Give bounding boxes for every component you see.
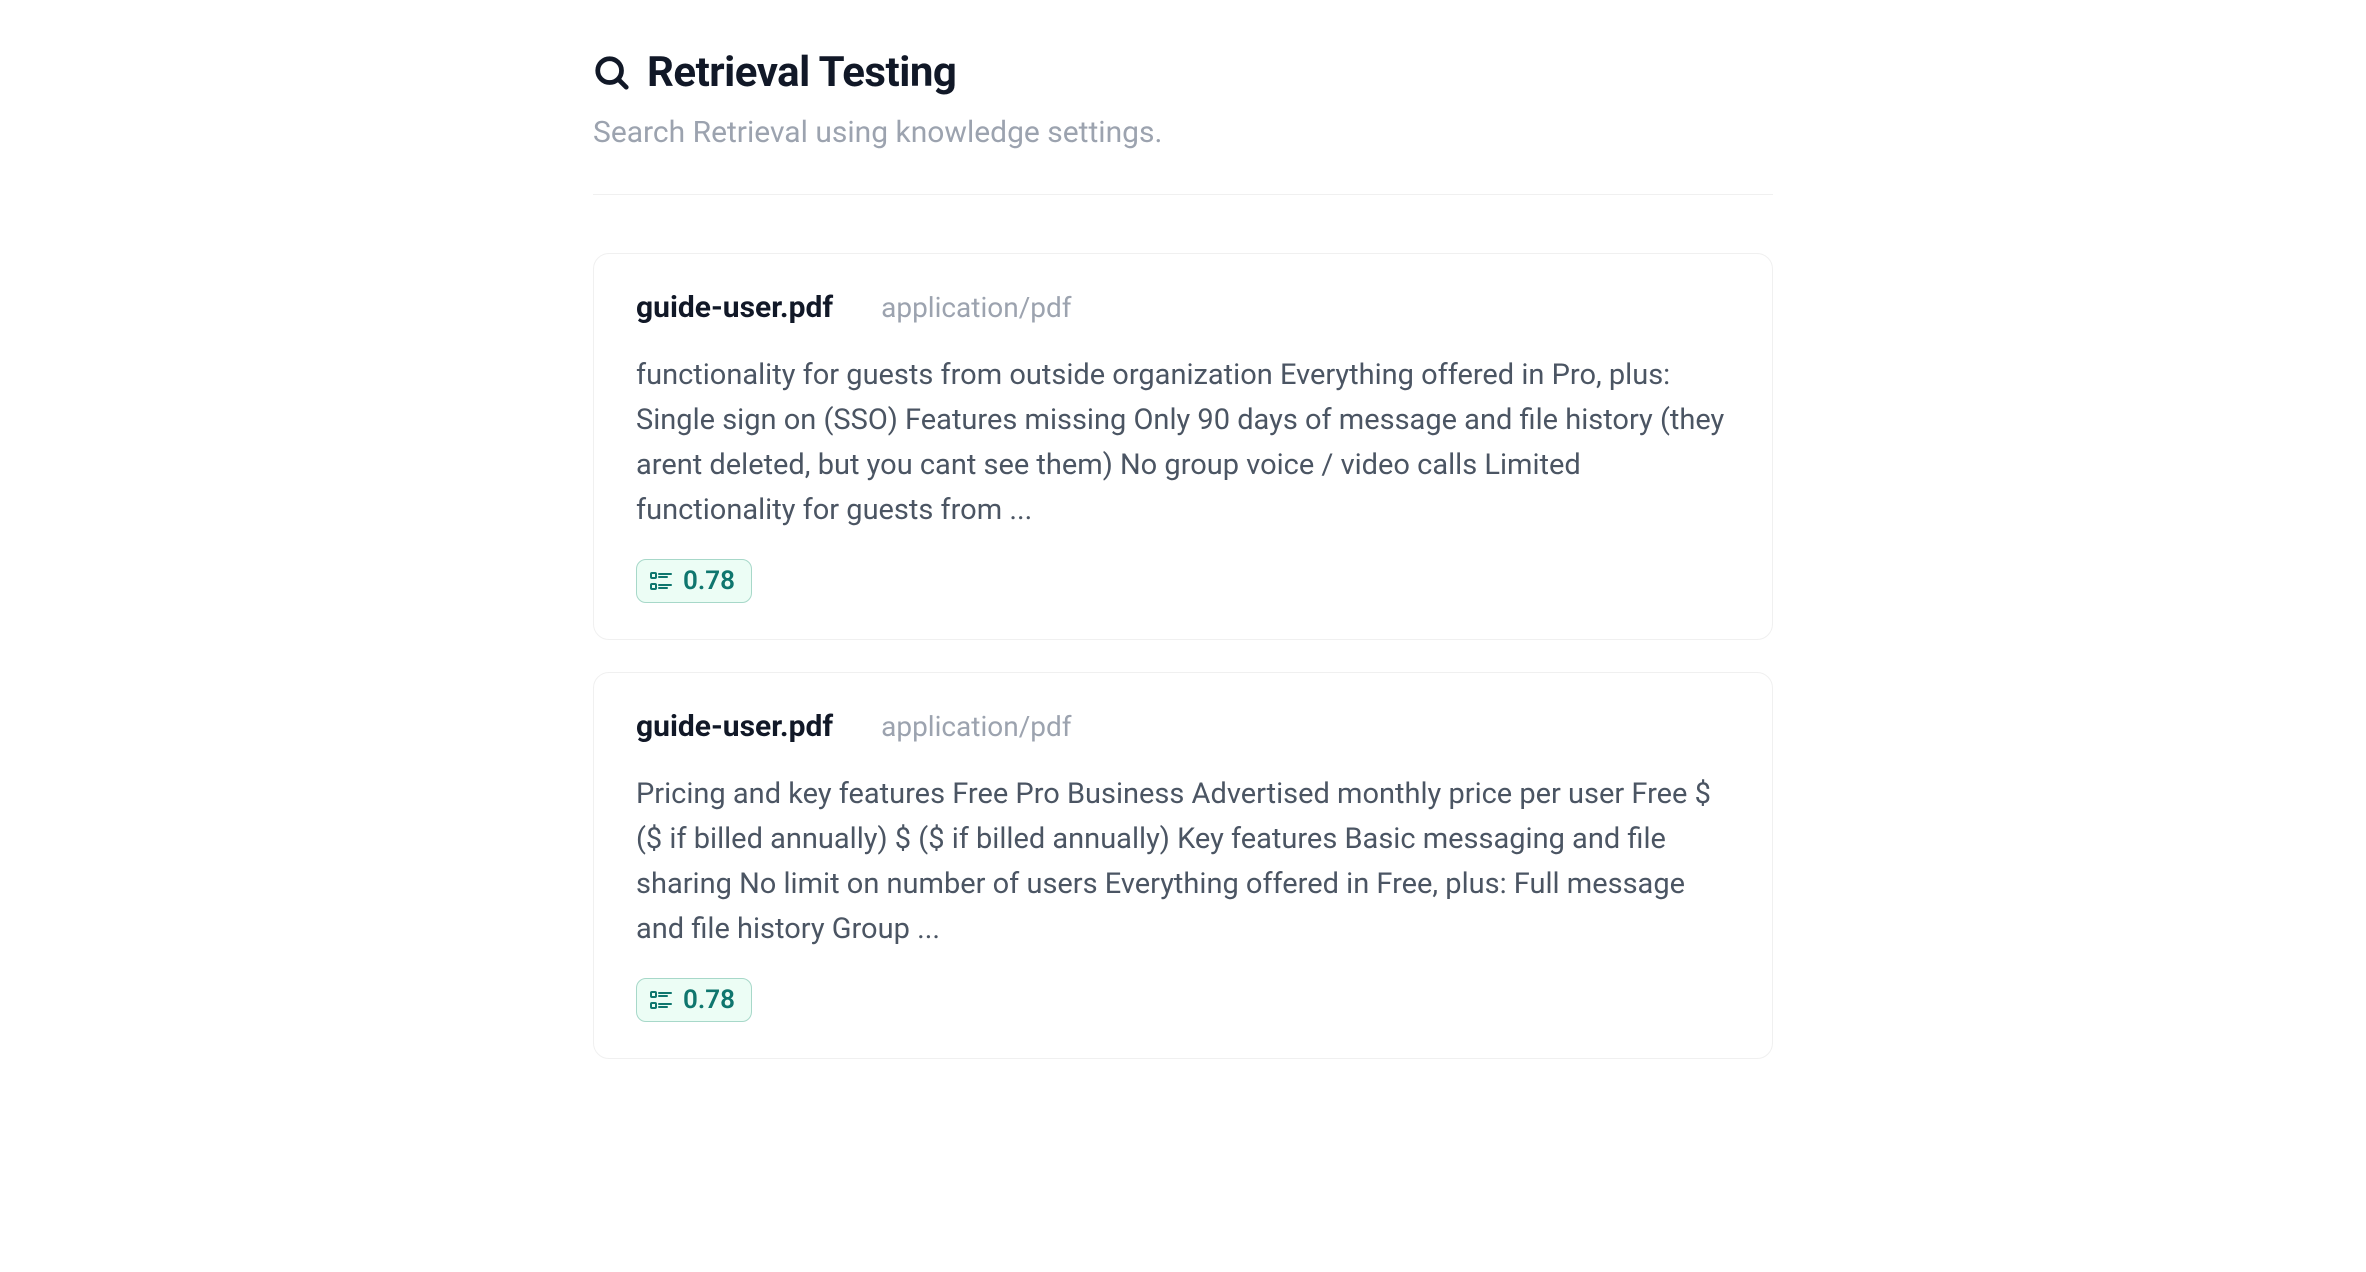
- result-header: guide-user.pdf application/pdf: [636, 709, 1730, 744]
- result-card[interactable]: guide-user.pdf application/pdf functiona…: [593, 253, 1773, 640]
- main-container: Retrieval Testing Search Retrieval using…: [513, 0, 1853, 1107]
- relevance-score-icon: [649, 569, 673, 593]
- page-subtitle: Search Retrieval using knowledge setting…: [593, 115, 1773, 150]
- relevance-score-icon: [649, 988, 673, 1012]
- score-value: 0.78: [683, 985, 735, 1015]
- result-content: Pricing and key features Free Pro Busine…: [636, 772, 1730, 952]
- score-badge: 0.78: [636, 978, 752, 1022]
- results-list: guide-user.pdf application/pdf functiona…: [593, 253, 1773, 1059]
- page-title: Retrieval Testing: [647, 48, 956, 97]
- result-header: guide-user.pdf application/pdf: [636, 290, 1730, 325]
- page-header: Retrieval Testing Search Retrieval using…: [593, 48, 1773, 195]
- title-row: Retrieval Testing: [593, 48, 1773, 97]
- result-filename: guide-user.pdf: [636, 290, 833, 325]
- score-value: 0.78: [683, 566, 735, 596]
- result-content: functionality for guests from outside or…: [636, 353, 1730, 533]
- score-badge: 0.78: [636, 559, 752, 603]
- result-mimetype: application/pdf: [881, 710, 1071, 743]
- result-card[interactable]: guide-user.pdf application/pdf Pricing a…: [593, 672, 1773, 1059]
- result-mimetype: application/pdf: [881, 291, 1071, 324]
- search-icon: [593, 54, 631, 92]
- result-filename: guide-user.pdf: [636, 709, 833, 744]
